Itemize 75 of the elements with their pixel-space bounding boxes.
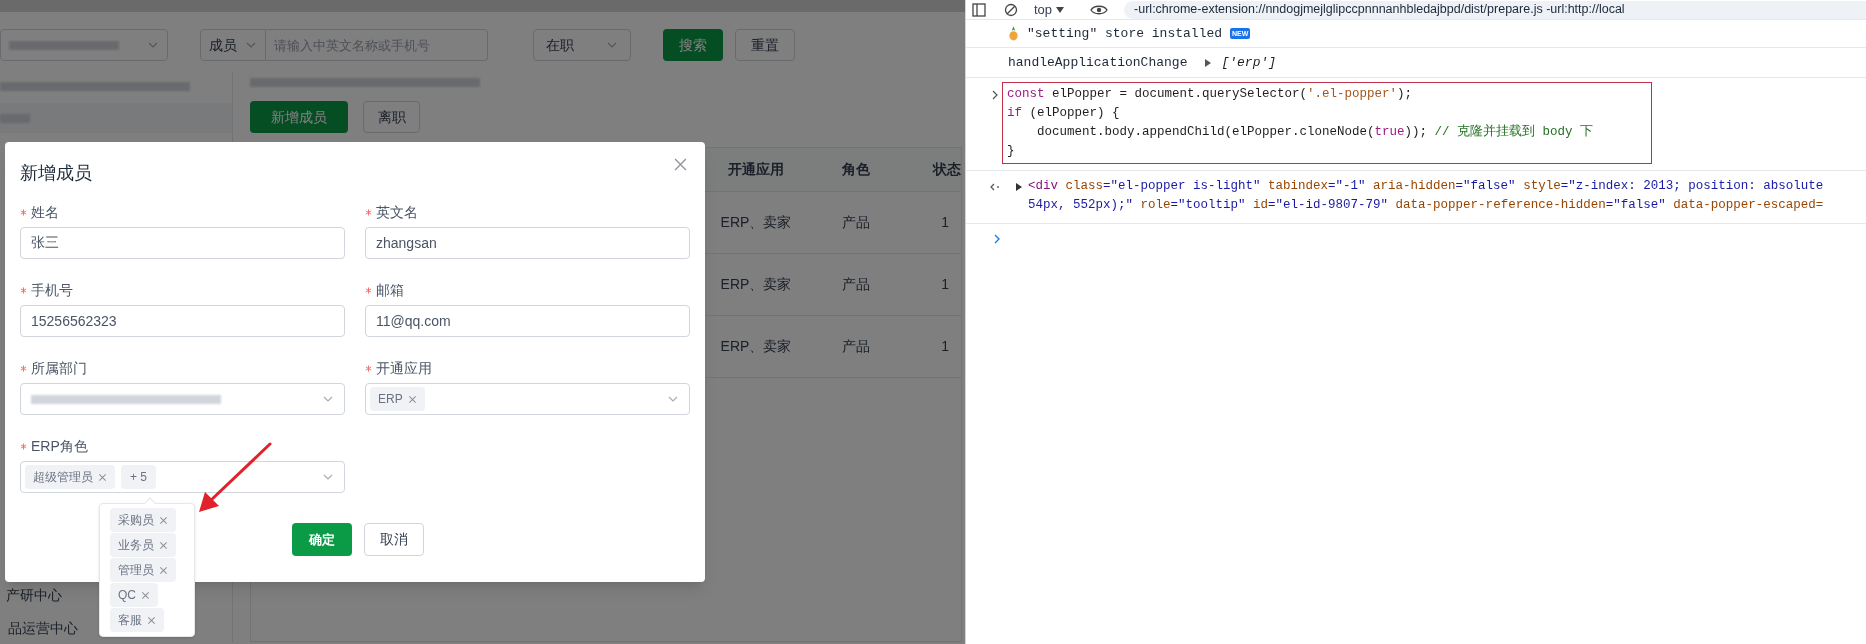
table-cell-text: 1 (940, 213, 950, 232)
expand-triangle-icon[interactable] (1205, 58, 1212, 67)
filter-field[interactable]: -url:chrome-extension://nndogjmejlglipccpnnnanhbledajbpd/dist/prepare.js -url:http://local (1124, 0, 1866, 19)
text-field[interactable]: zhangsan (365, 227, 690, 259)
table-cell-text: ERP、卖家 (719, 337, 793, 356)
table-cell-text: 1 (940, 275, 950, 294)
element-preview: 54px, 552px);" role="tooltip" id="el-id-9807-79" data-popper-reference-hidden="false" data-popper-escaped= (1028, 197, 1824, 214)
expand-triangle-icon[interactable] (1016, 183, 1022, 191)
close-icon[interactable] (98, 472, 107, 482)
clear-console-icon[interactable] (1004, 2, 1018, 17)
field-label: 英文名 (376, 202, 418, 222)
element-preview: <div class="el-popper is-light" tabindex="-1" aria-hidden="false" style="z-index: 2013; position: absolute (1028, 178, 1824, 195)
member-type-select[interactable]: 成员 (200, 29, 266, 61)
field-label: 所属部门 (31, 358, 87, 378)
select-field[interactable] (20, 383, 345, 415)
close-icon[interactable] (141, 590, 150, 600)
close-icon[interactable] (159, 565, 168, 575)
sidebar-item[interactable]: 品运营中心 (0, 618, 78, 639)
tag: 客服 (110, 608, 164, 632)
prompt-chevron-icon[interactable] (994, 234, 1000, 244)
dropdown-triangle-icon[interactable] (1056, 6, 1065, 13)
tag: 超级管理员 (25, 465, 115, 489)
close-icon[interactable] (159, 540, 168, 550)
prompt-chevron-icon (992, 90, 998, 100)
select-field[interactable]: ERP (365, 383, 690, 415)
sidebar-icon[interactable] (972, 2, 986, 17)
table-cell-text: 1 (940, 337, 950, 356)
close-icon[interactable] (147, 615, 156, 625)
field-label: 姓名 (31, 202, 59, 222)
dialog-title: 新增成员 (20, 162, 92, 185)
close-button[interactable] (674, 158, 687, 171)
table-cell-text: 产品 (841, 275, 871, 294)
text-field[interactable]: 11@qq.com (365, 305, 690, 337)
tag: 管理员 (110, 558, 176, 582)
more-count-tag[interactable]: + 5 (121, 465, 156, 489)
reset-button[interactable]: 重置 (735, 29, 795, 61)
code-line: if (elPopper) { (1007, 105, 1120, 122)
sidebar-item[interactable]: 产研中心 (0, 585, 78, 606)
field-label: 邮箱 (376, 280, 404, 300)
confirm-button[interactable]: 确定 (291, 523, 352, 556)
eye-icon[interactable] (1090, 3, 1109, 16)
field-label: 手机号 (31, 280, 73, 300)
close-icon[interactable] (407, 394, 417, 404)
search-button[interactable]: 搜索 (663, 29, 723, 61)
table-cell-text: 产品 (841, 337, 871, 356)
text-field[interactable]: 张三 (20, 227, 345, 259)
log-message: "setting" store installed (1027, 24, 1223, 43)
pineapple-icon (1008, 26, 1019, 41)
column-header: 角色 (841, 160, 871, 179)
context-select[interactable]: top (1034, 0, 1065, 20)
close-icon[interactable] (159, 515, 168, 525)
field-label: ERP角色 (31, 436, 88, 456)
add-member-button[interactable]: 新增成员 (250, 101, 348, 133)
table-cell-text: ERP、卖家 (719, 213, 793, 232)
table-cell-text: ERP、卖家 (719, 275, 793, 294)
code-line: document.body.appendChild(elPopper.cloneNode(true)); // 克隆并挂载到 body 下 (1036, 123, 1594, 141)
code-line: } (1007, 143, 1015, 160)
cancel-button[interactable]: 取消 (363, 523, 424, 556)
text-field[interactable]: 15256562323 (20, 305, 345, 337)
result-arrow-icon (990, 183, 1000, 191)
tag: 采购员 (110, 508, 176, 532)
array-preview[interactable]: ['erp'] (1221, 52, 1277, 73)
log-message: handleApplicationChange (1008, 53, 1188, 72)
tag: 业务员 (110, 533, 176, 557)
column-header: 开通应用 (727, 160, 785, 179)
code-line: const elPopper = document.querySelector('.el-popper'); (1007, 86, 1413, 103)
tag: QC (110, 583, 158, 607)
department-select[interactable] (0, 29, 168, 61)
status-select[interactable]: 在职 (533, 29, 631, 61)
select-field[interactable]: 超级管理员 + 5 (20, 461, 345, 493)
field-label: 开通应用 (376, 358, 432, 378)
table-cell-text: 产品 (841, 213, 871, 232)
column-header: 状态 (931, 160, 961, 179)
tag: ERP (370, 387, 425, 411)
resign-button[interactable]: 离职 (363, 101, 420, 133)
